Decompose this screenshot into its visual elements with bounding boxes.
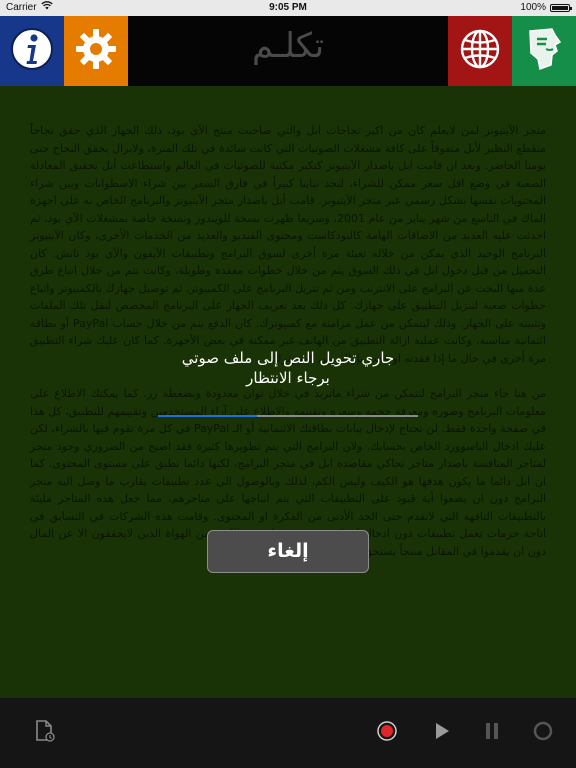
status-bar: Carrier 9:05 PM 100% bbox=[0, 0, 576, 16]
progress-bar bbox=[158, 415, 418, 417]
status-right: 100% bbox=[520, 0, 572, 16]
battery-icon bbox=[550, 4, 572, 12]
app-title: تكلـم bbox=[251, 26, 325, 66]
info-icon bbox=[10, 27, 54, 75]
bottom-toolbar bbox=[0, 698, 576, 768]
globe-button[interactable] bbox=[448, 16, 512, 86]
battery-percent: 100% bbox=[520, 2, 546, 13]
cancel-button[interactable]: إلغاء bbox=[207, 530, 369, 573]
stop-icon bbox=[532, 720, 554, 746]
record-button[interactable] bbox=[372, 718, 402, 748]
status-time: 9:05 PM bbox=[269, 2, 307, 13]
play-button[interactable] bbox=[427, 718, 457, 748]
loading-line-1: جاري تحويل النص إلى ملف صوتي bbox=[181, 349, 395, 367]
app-screen: Carrier 9:05 PM 100% تكلـم متجر الآيتيون… bbox=[0, 0, 576, 768]
document-button[interactable] bbox=[30, 718, 60, 748]
settings-button[interactable] bbox=[64, 16, 128, 86]
progress-fill bbox=[158, 415, 257, 417]
record-icon bbox=[376, 720, 398, 746]
gear-icon bbox=[74, 27, 118, 75]
globe-icon bbox=[458, 27, 502, 75]
stop-button[interactable] bbox=[528, 718, 558, 748]
speech-icon bbox=[522, 25, 566, 77]
pause-icon bbox=[483, 721, 501, 745]
speech-button[interactable] bbox=[512, 16, 576, 86]
loading-message: جاري تحويل النص إلى ملف صوتي برجاء الانت… bbox=[100, 348, 476, 388]
top-bar: تكلـم bbox=[0, 16, 576, 86]
play-icon bbox=[433, 721, 451, 745]
loading-line-2: برجاء الانتظار bbox=[246, 369, 330, 387]
document-icon bbox=[34, 719, 56, 747]
pause-button[interactable] bbox=[477, 718, 507, 748]
info-button[interactable] bbox=[0, 16, 64, 86]
loading-overlay: جاري تحويل النص إلى ملف صوتي برجاء الانت… bbox=[0, 86, 576, 698]
